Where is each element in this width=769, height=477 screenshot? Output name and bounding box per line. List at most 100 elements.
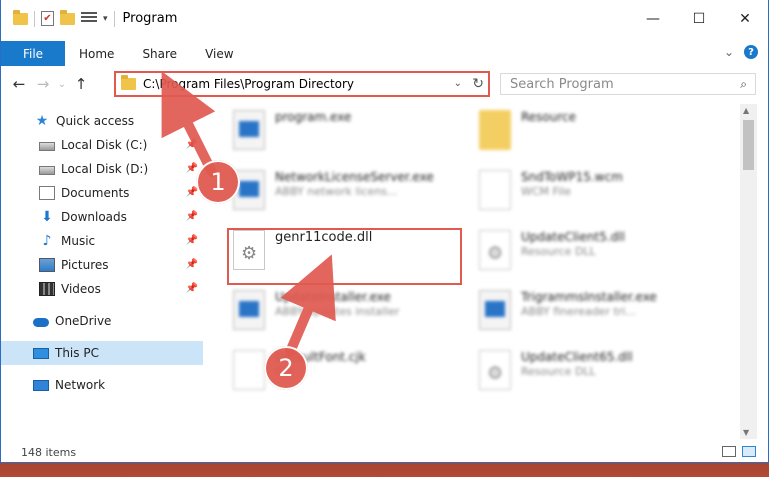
up-button[interactable]: ↑ xyxy=(69,75,93,93)
step-2-badge: 2 xyxy=(264,346,308,390)
file-name: UpdateClient65.dll xyxy=(521,350,633,364)
properties-check-icon[interactable]: ✔ xyxy=(41,11,54,26)
sidebar-item-music[interactable]: ♪ Music 📌 xyxy=(1,229,203,253)
sidebar-item-label: Downloads xyxy=(61,210,127,224)
list-item[interactable]: UpdateInstaller.exe ABBY updates installe… xyxy=(233,290,473,342)
tab-view[interactable]: View xyxy=(191,47,247,61)
folder-icon xyxy=(121,75,136,90)
sidebar-item-network[interactable]: Network xyxy=(1,373,203,397)
pin-icon[interactable]: 📌 xyxy=(186,283,198,294)
new-folder-icon[interactable] xyxy=(60,9,75,25)
refresh-button[interactable]: ↻ xyxy=(472,76,484,92)
file-name: TrigrammsInstaller.exe xyxy=(521,290,657,304)
sidebar-item-label: This PC xyxy=(55,346,99,360)
pin-icon[interactable]: 📌 xyxy=(186,211,198,222)
forward-button[interactable]: → xyxy=(31,75,55,93)
sidebar-item-downloads[interactable]: ⬇ Downloads 📌 xyxy=(1,205,203,229)
tab-file[interactable]: File xyxy=(1,41,65,66)
file-name: UpdateInstaller.exe xyxy=(275,290,391,304)
sidebar-item-label: Videos xyxy=(61,282,101,296)
sidebar-item-local-disk-d[interactable]: Local Disk (D:) 📌 xyxy=(1,157,203,181)
pin-icon[interactable]: 📌 xyxy=(186,163,198,174)
drive-icon xyxy=(39,142,55,151)
expand-ribbon-icon[interactable]: ⌄ xyxy=(724,45,734,59)
sidebar-item-label: OneDrive xyxy=(55,314,112,328)
sidebar-item-videos[interactable]: Videos 📌 xyxy=(1,277,203,301)
sidebar-item-pictures[interactable]: Pictures 📌 xyxy=(1,253,203,277)
network-icon xyxy=(33,379,49,391)
sidebar-item-label: Network xyxy=(55,378,106,392)
pictures-icon xyxy=(39,258,55,272)
downloads-icon: ⬇ xyxy=(41,209,53,225)
list-item[interactable]: TrigrammsInstaller.exe ABBY finereader tr… xyxy=(479,290,719,342)
sidebar-item-quick-access[interactable]: ★ Quick access xyxy=(1,109,203,133)
step-1-badge: 1 xyxy=(196,160,240,204)
address-bar[interactable]: C:\Program Files\Program Directory ⌄ ↻ xyxy=(114,71,490,97)
star-icon: ★ xyxy=(35,113,49,129)
search-placeholder: Search Program xyxy=(510,76,614,92)
toolbar-separator xyxy=(34,10,35,27)
list-item[interactable]: UpdateClient5.dllResource DLL xyxy=(479,230,719,282)
music-icon: ♪ xyxy=(42,233,52,249)
file-description: WCM File xyxy=(521,185,571,198)
recent-locations-button[interactable]: ⌄ xyxy=(55,79,69,90)
pin-icon[interactable]: 📌 xyxy=(186,259,198,270)
view-toggle xyxy=(722,446,756,457)
sidebar-item-local-disk-c[interactable]: Local Disk (C:) 📌 xyxy=(1,133,203,157)
document-icon xyxy=(479,170,511,210)
customize-icon[interactable] xyxy=(81,11,97,26)
chevron-down-icon[interactable]: ⌄ xyxy=(454,78,462,89)
item-count: 148 items xyxy=(21,445,77,459)
close-button[interactable]: ✕ xyxy=(722,0,768,37)
pin-icon[interactable]: 📌 xyxy=(186,235,198,246)
sidebar-item-label: Local Disk (C:) xyxy=(61,138,148,152)
ribbon-right: ⌄ ? xyxy=(724,45,758,59)
maximize-button[interactable]: ☐ xyxy=(676,0,722,37)
sidebar-item-label: Pictures xyxy=(61,258,109,272)
tab-home[interactable]: Home xyxy=(65,47,128,61)
search-input[interactable]: Search Program ⌕ xyxy=(500,73,756,95)
file-description: ABBY finereader tri... xyxy=(521,305,636,318)
minimize-button[interactable]: — xyxy=(630,0,676,37)
file-name: Resource xyxy=(521,110,577,124)
list-item[interactable]: NetworkLicenseServer.exe ABBY network lic… xyxy=(233,170,473,222)
vertical-scrollbar[interactable]: ▲ ▼ xyxy=(740,104,757,439)
pin-icon[interactable]: 📌 xyxy=(186,139,198,150)
folder-icon xyxy=(479,110,511,150)
list-item[interactable]: program.exe xyxy=(233,110,473,162)
scroll-down-icon[interactable]: ▼ xyxy=(743,428,749,437)
window-title: Program xyxy=(122,11,178,26)
highlight-box xyxy=(227,228,462,285)
sidebar-item-label: Music xyxy=(61,234,96,248)
chevron-down-icon[interactable]: ▾ xyxy=(103,14,108,24)
details-view-icon[interactable] xyxy=(722,446,736,457)
scroll-thumb[interactable] xyxy=(743,120,754,170)
folder-icon[interactable] xyxy=(13,9,28,25)
file-description: Resource DLL xyxy=(521,245,596,258)
list-item[interactable]: Resource xyxy=(479,110,719,162)
file-description: ABBY network licens... xyxy=(275,185,398,198)
list-item[interactable]: UpdateClient65.dllResource DLL xyxy=(479,350,719,402)
address-path[interactable]: C:\Program Files\Program Directory xyxy=(143,77,354,91)
title-bar: ✔ ▾ Program — ☐ ✕ xyxy=(1,0,768,37)
list-item[interactable]: SndToWP15.wcm WCM File xyxy=(479,170,719,222)
exe-icon xyxy=(479,290,511,330)
document-icon xyxy=(233,350,265,390)
large-icons-view-icon[interactable] xyxy=(742,446,756,457)
navigation-bar: ← → ⌄ ↑ C:\Program Files\Program Directo… xyxy=(1,68,768,100)
sidebar-item-documents[interactable]: Documents 📌 xyxy=(1,181,203,205)
help-icon[interactable]: ? xyxy=(744,45,758,59)
quick-access-toolbar: ✔ ▾ xyxy=(1,9,115,27)
scroll-up-icon[interactable]: ▲ xyxy=(743,106,749,115)
tab-share[interactable]: Share xyxy=(128,47,191,61)
search-icon: ⌕ xyxy=(740,77,747,91)
sidebar-item-onedrive[interactable]: OneDrive xyxy=(1,309,203,333)
file-name: UpdateClient5.dll xyxy=(521,230,625,244)
sidebar-item-label: Documents xyxy=(61,186,130,200)
videos-icon xyxy=(39,282,55,296)
back-button[interactable]: ← xyxy=(7,75,31,93)
file-description: ABBY updates installer xyxy=(275,305,400,318)
sidebar-item-label: Quick access xyxy=(56,114,135,128)
sidebar-item-this-pc[interactable]: This PC xyxy=(1,341,203,365)
dll-icon xyxy=(479,350,511,390)
